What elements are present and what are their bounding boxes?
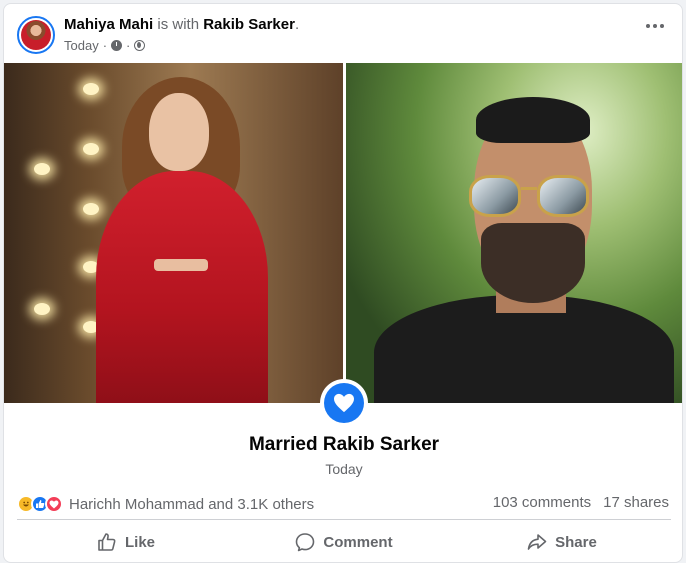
dot-icon [653, 24, 657, 28]
post-stats: 103 comments 17 shares [493, 494, 669, 511]
hair [476, 97, 590, 143]
divider [17, 519, 671, 520]
love-icon [45, 495, 63, 513]
sunglasses-lens [469, 175, 521, 217]
badge-circle [324, 383, 364, 423]
share-icon [527, 534, 547, 550]
globe-icon[interactable] [134, 40, 146, 51]
tagged-name[interactable]: Rakib Sarker [203, 16, 295, 33]
comment-button[interactable]: Comment [235, 522, 453, 562]
with-text: is with [157, 16, 200, 33]
separator: · [102, 38, 108, 53]
separator: · [126, 38, 131, 53]
life-event-badge [320, 379, 368, 427]
comment-icon [296, 533, 315, 552]
light-bulb [83, 203, 99, 215]
heart-icon [334, 393, 354, 413]
light-bulb [34, 163, 50, 175]
post-time[interactable]: Today [64, 38, 99, 53]
photo-groom[interactable] [346, 63, 682, 403]
reactions-summary[interactable]: Harichh Mohammad and 3.1K others [17, 494, 314, 514]
action-bar: Like Comment Share [17, 522, 671, 562]
event-title: Married Rakib Sarker [248, 434, 440, 455]
author-line: Mahiya Mahi is with Rakib Sarker. [64, 16, 299, 33]
thumbs-up-icon [98, 533, 116, 551]
sunglasses-bridge [521, 187, 537, 190]
author-avatar[interactable] [17, 16, 55, 54]
like-label: Like [124, 533, 155, 551]
red-dress [96, 171, 268, 403]
sunglasses-lens [537, 175, 589, 217]
face [149, 93, 209, 171]
photo-collage [4, 63, 682, 403]
like-button[interactable]: Like [17, 522, 235, 562]
clock-icon [111, 40, 123, 51]
post-header: Mahiya Mahi is with Rakib Sarker. Today … [4, 4, 682, 64]
period: . [294, 16, 300, 33]
waist [154, 259, 208, 271]
more-options-button[interactable] [646, 24, 664, 28]
post-meta: Today · · [64, 38, 146, 53]
comment-label: Comment [323, 533, 393, 551]
shares-count[interactable]: 17 shares [603, 494, 669, 511]
photo-bride[interactable] [4, 63, 343, 403]
light-bulb [83, 83, 99, 95]
beard [481, 223, 585, 303]
share-button[interactable]: Share [453, 522, 671, 562]
comments-count[interactable]: 103 comments [493, 494, 591, 511]
dot-icon [646, 24, 650, 28]
post-card: Mahiya Mahi is with Rakib Sarker. Today … [3, 3, 683, 563]
author-name[interactable]: Mahiya Mahi [64, 16, 153, 33]
event-date: Today [325, 461, 363, 477]
light-bulb [34, 303, 50, 315]
reactors-text[interactable]: Harichh Mohammad and 3.1K others [69, 496, 314, 513]
avatar-image [21, 20, 51, 50]
dot-icon [660, 24, 664, 28]
light-bulb [83, 143, 99, 155]
share-label: Share [555, 533, 597, 551]
